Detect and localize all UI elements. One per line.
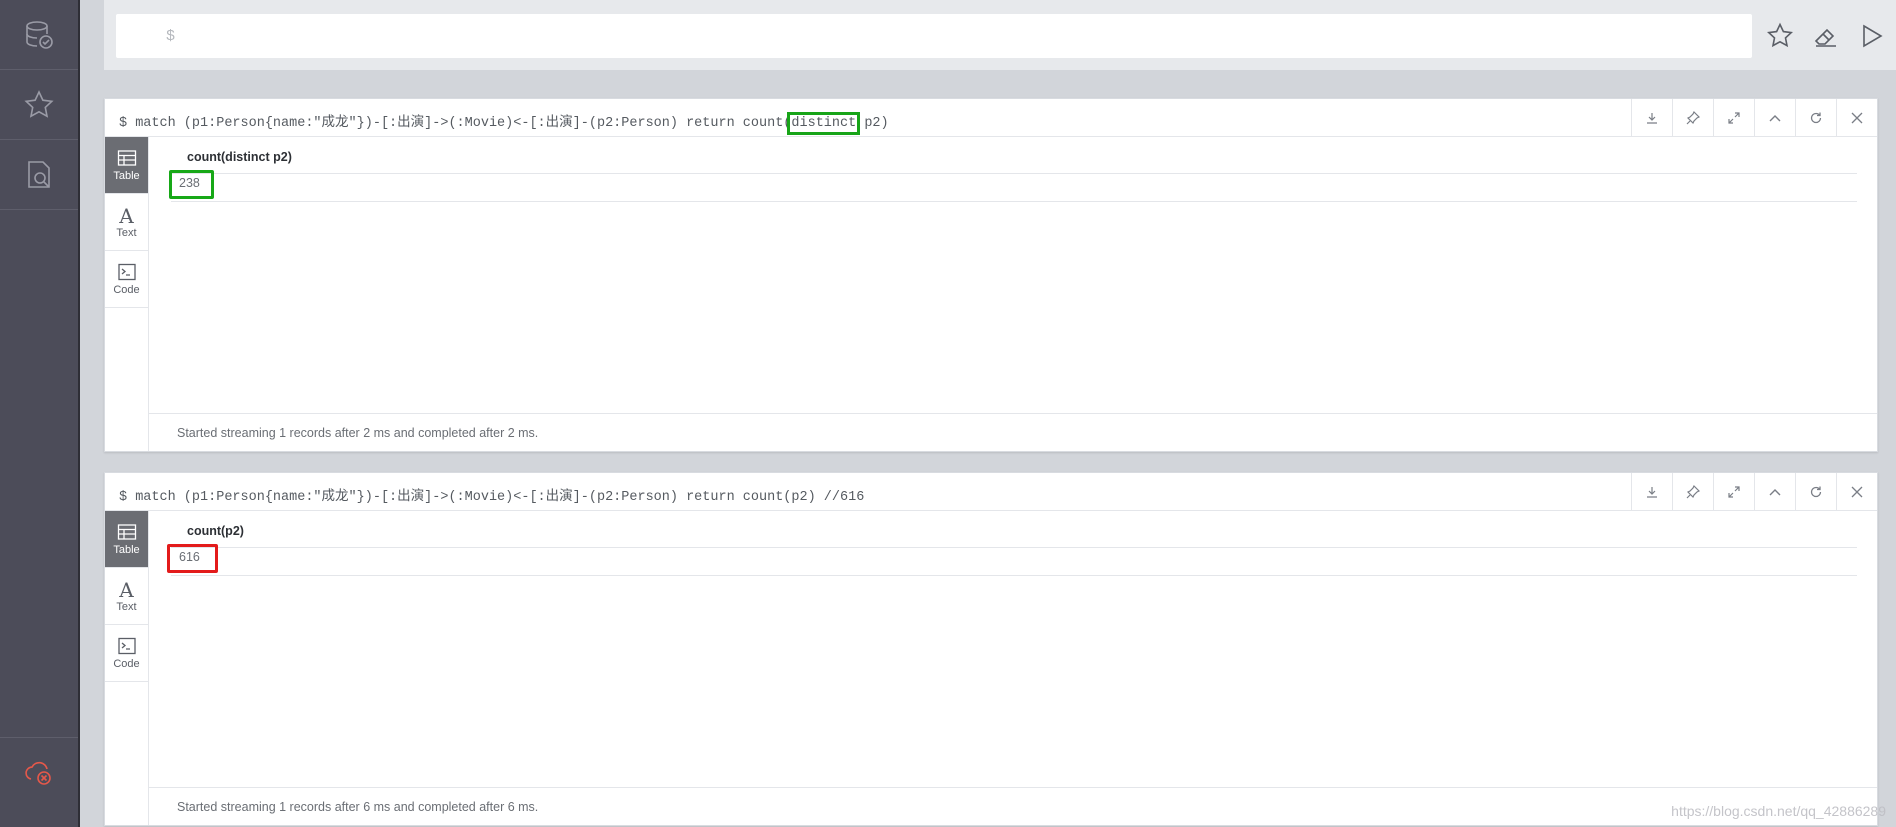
- column-header: count(distinct p2): [187, 150, 292, 164]
- download-button[interactable]: [1631, 473, 1672, 510]
- frame-query[interactable]: $ match (p1:Person{name:"成龙"})-[:出演]->(:…: [119, 110, 889, 135]
- rerun-button[interactable]: [1795, 473, 1836, 510]
- frame-tools: [1631, 473, 1877, 510]
- tab-label: Table: [113, 543, 140, 556]
- tab-label: Text: [116, 227, 137, 239]
- fullscreen-button[interactable]: [1713, 473, 1754, 510]
- expand-icon: [1728, 111, 1740, 124]
- star-icon: [24, 89, 54, 118]
- close-icon: [1851, 486, 1863, 497]
- divider: [171, 173, 1857, 174]
- expand-icon: [1728, 485, 1740, 498]
- run-query-button[interactable]: [1856, 16, 1888, 56]
- query-highlight: distinct: [787, 112, 861, 135]
- frame-query[interactable]: $ match (p1:Person{name:"成龙"})-[:出演]->(:…: [119, 484, 864, 505]
- sidebar: [0, 0, 80, 827]
- divider: [171, 547, 1857, 548]
- terminal-icon: [117, 263, 136, 280]
- cloud-error-icon: [25, 761, 51, 785]
- download-icon: [1647, 486, 1657, 498]
- tab-table[interactable]: Table: [105, 511, 148, 568]
- eraser-icon: [1814, 28, 1836, 47]
- editor-prompt: $: [166, 27, 176, 45]
- chevron-up-icon: [1769, 114, 1781, 121]
- tab-label: Text: [116, 601, 137, 613]
- watermark: https://blog.csdn.net/qq_42886289: [1671, 803, 1886, 819]
- tab-code[interactable]: Code: [105, 251, 148, 308]
- table-icon: [117, 523, 136, 540]
- table-icon: [117, 149, 136, 166]
- frame-tools: [1631, 99, 1877, 136]
- frame-header: $ match (p1:Person{name:"成龙"})-[:出演]->(:…: [105, 473, 1877, 511]
- tab-label: Code: [113, 283, 140, 296]
- tab-table[interactable]: Table: [105, 137, 148, 194]
- pin-icon: [1686, 110, 1700, 124]
- frame-status: Started streaming 1 records after 6 ms a…: [149, 787, 1877, 825]
- download-button[interactable]: [1631, 99, 1672, 136]
- rerun-button[interactable]: [1795, 99, 1836, 136]
- frame-status: Started streaming 1 records after 2 ms a…: [149, 413, 1877, 451]
- highlight-box: [169, 170, 214, 199]
- column-header: count(p2): [187, 524, 244, 538]
- database-button[interactable]: [0, 0, 78, 70]
- star-icon: [1767, 22, 1793, 48]
- collapse-button[interactable]: [1754, 99, 1795, 136]
- result-frame-1: $ match (p1:Person{name:"成龙"})-[:出演]->(:…: [104, 98, 1878, 452]
- download-icon: [1647, 112, 1657, 124]
- terminal-icon: [117, 637, 136, 654]
- favorite-query-button[interactable]: [1764, 16, 1796, 56]
- close-frame-button[interactable]: [1836, 473, 1877, 510]
- database-icon: [26, 20, 53, 49]
- pin-icon: [1686, 484, 1700, 498]
- tab-text[interactable]: A Text: [105, 568, 148, 625]
- clear-editor-button[interactable]: [1810, 16, 1842, 56]
- tab-text[interactable]: A Text: [105, 194, 148, 251]
- collapse-button[interactable]: [1754, 473, 1795, 510]
- editor-bar: $: [104, 0, 1896, 70]
- view-tabs: Table A Text Code: [105, 137, 149, 451]
- document-search-icon: [28, 160, 50, 188]
- divider: [171, 575, 1857, 576]
- tab-label: Table: [113, 169, 140, 182]
- fullscreen-button[interactable]: [1713, 99, 1754, 136]
- pin-button[interactable]: [1672, 473, 1713, 510]
- query-text: $ match (p1:Person{name:"成龙"})-[:出演]->(:…: [119, 116, 792, 131]
- result-table: count(distinct p2) 238: [149, 137, 1877, 413]
- frame-header: $ match (p1:Person{name:"成龙"})-[:出演]->(:…: [105, 99, 1877, 137]
- result-frame-2: $ match (p1:Person{name:"成龙"})-[:出演]->(:…: [104, 472, 1878, 826]
- pin-button[interactable]: [1672, 99, 1713, 136]
- highlight-box: [167, 544, 218, 573]
- close-icon: [1851, 112, 1863, 123]
- close-frame-button[interactable]: [1836, 99, 1877, 136]
- editor-actions: [1764, 16, 1888, 56]
- view-tabs: Table A Text Code: [105, 511, 149, 825]
- tab-code[interactable]: Code: [105, 625, 148, 682]
- text-icon: A: [119, 578, 134, 602]
- tab-label: Code: [113, 657, 140, 670]
- query-editor-input[interactable]: $: [116, 14, 1752, 58]
- documents-button[interactable]: [0, 140, 78, 210]
- chevron-up-icon: [1769, 488, 1781, 495]
- connection-status-button[interactable]: [0, 737, 78, 807]
- refresh-icon: [1810, 112, 1822, 123]
- divider: [171, 201, 1857, 202]
- play-icon: [1863, 24, 1883, 48]
- refresh-icon: [1810, 486, 1822, 497]
- favorites-button[interactable]: [0, 70, 78, 140]
- result-table: count(p2) 616: [149, 511, 1877, 787]
- text-icon: A: [119, 204, 134, 228]
- query-text: p2): [856, 116, 889, 131]
